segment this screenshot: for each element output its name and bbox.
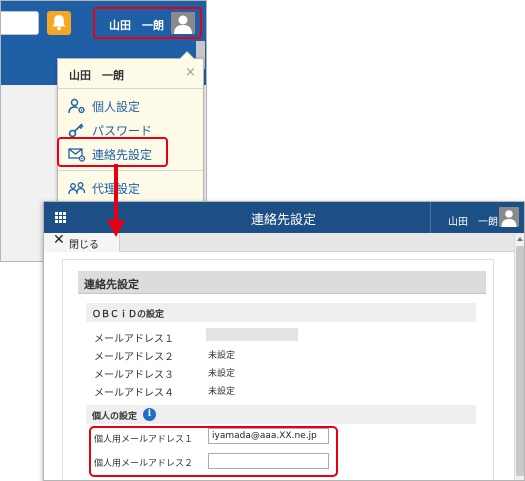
person-icon bbox=[499, 207, 519, 227]
notification-button[interactable] bbox=[47, 11, 71, 35]
proxy-people-icon bbox=[68, 182, 86, 195]
menu-item-personal-settings[interactable]: 個人設定 bbox=[66, 95, 196, 117]
email-3-label: メールアドレス３ bbox=[94, 370, 174, 381]
divider bbox=[58, 170, 203, 171]
email-2-label: メールアドレス２ bbox=[94, 352, 174, 363]
grid-menu-icon[interactable] bbox=[55, 212, 66, 223]
close-icon[interactable]: × bbox=[185, 65, 196, 80]
subsection-header-personal: 個人の設定 i bbox=[86, 405, 476, 424]
personal-email-1-label: 個人用メールアドレス１ bbox=[94, 435, 194, 445]
user-dropdown-menu: 山田 一朗 × 個人設定 パスワード 連絡先設定 bbox=[57, 51, 204, 208]
dropdown-caret bbox=[179, 51, 195, 59]
menu-item-proxy-settings[interactable]: 代理設定 bbox=[66, 177, 196, 199]
avatar[interactable] bbox=[499, 207, 519, 227]
subsection-header-obcid: ＯＢＣｉＤの設定 bbox=[86, 303, 476, 322]
divider bbox=[430, 202, 431, 233]
screenshot-stage: 山田 一朗 山田 一朗 × 個人設定 パスワード 連絡先設定 連絡先設定 山田 … bbox=[0, 0, 525, 481]
user-menu-button[interactable]: 山田 一朗 bbox=[93, 7, 202, 39]
close-button-label: 閉じる bbox=[69, 240, 99, 251]
scrollbar[interactable] bbox=[514, 234, 524, 480]
avatar bbox=[171, 12, 195, 34]
scrollbar-thumb[interactable] bbox=[516, 246, 524, 476]
divider bbox=[58, 88, 203, 89]
scroll-up-arrow-icon[interactable] bbox=[517, 237, 523, 241]
person-icon bbox=[171, 12, 195, 34]
window-title: 連絡先設定 bbox=[251, 213, 317, 228]
contact-settings-window: 連絡先設定 山田 一朗 ✕ 閉じる 連絡先設定 ＯＢＣｉＤの設定 メールアドレス… bbox=[43, 201, 525, 481]
key-icon bbox=[68, 123, 84, 138]
email-2-value: 未設定 bbox=[208, 351, 236, 361]
subsection-title: ＯＢＣｉＤの設定 bbox=[92, 310, 165, 320]
user-name: 山田 一朗 bbox=[109, 19, 164, 32]
section-header-contact-settings: 連絡先設定 bbox=[78, 271, 486, 294]
section-title: 連絡先設定 bbox=[84, 278, 139, 291]
email-1-value-masked bbox=[206, 328, 298, 341]
person-gear-icon bbox=[68, 98, 85, 114]
subsection-title: 個人の設定 bbox=[92, 412, 138, 422]
search-box[interactable] bbox=[1, 11, 39, 35]
email-3-value: 未設定 bbox=[208, 369, 236, 379]
email-4-value: 未設定 bbox=[208, 387, 236, 397]
personal-email-1-input[interactable] bbox=[208, 428, 329, 444]
dropdown-user-name: 山田 一朗 bbox=[69, 69, 124, 82]
info-icon[interactable]: i bbox=[143, 408, 156, 421]
email-1-label: メールアドレス１ bbox=[94, 334, 174, 345]
personal-email-2-input[interactable] bbox=[208, 453, 329, 469]
user-name[interactable]: 山田 一朗 bbox=[448, 213, 498, 228]
close-icon: ✕ bbox=[53, 232, 65, 248]
email-4-label: メールアドレス４ bbox=[94, 388, 174, 399]
highlight-contact-settings bbox=[57, 137, 168, 167]
menu-item-label: 個人設定 bbox=[92, 100, 141, 114]
red-arrow-icon bbox=[107, 164, 125, 237]
bell-icon bbox=[52, 15, 66, 31]
personal-email-2-label: 個人用メールアドレス２ bbox=[94, 459, 194, 469]
